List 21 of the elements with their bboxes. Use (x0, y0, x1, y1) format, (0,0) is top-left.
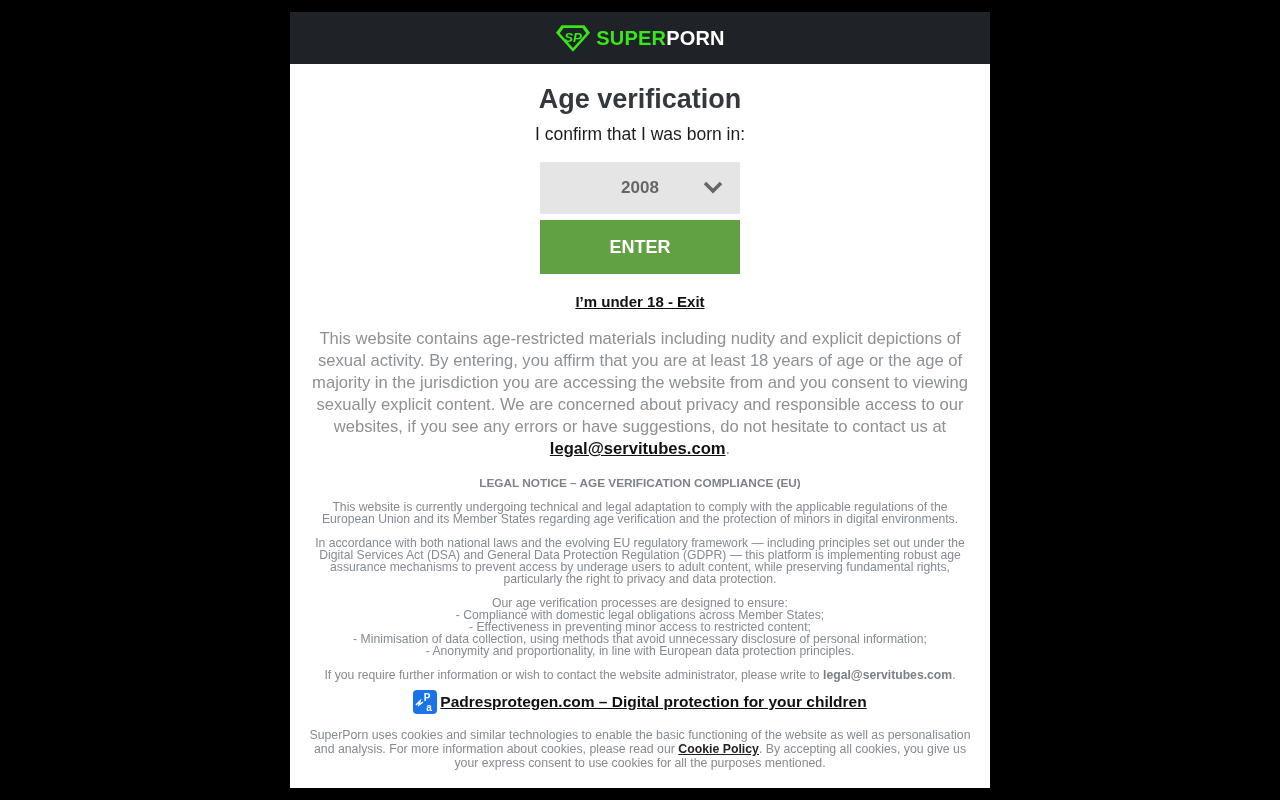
email-link[interactable]: legal@servitubes.com (549, 439, 726, 458)
cookie-notice: SuperPorn uses cookies and similar technologies to enable the basic functioning of the website as well as personalisation and analysis. For more information about cookies, please read our Cookie Policy. By accepting all cookies, you give us your express consent to use cookies for all the purposes mentioned. (308, 728, 972, 770)
disclaimer-text: This website contains age-restricted materials including nudity and explicit depictions of sexual activity. By entering, you affirm that you are at least 18 years of age or the age of majority in the jurisdiction you are accessing the website from and you consent to viewing sexually explicit content. We are concerned about privacy and responsible access to our websites, if you see any errors or have suggestions, do not hesitate to contact us at legal@servitubes.com. (311, 328, 969, 460)
brand-logo: Pa (413, 690, 438, 714)
list-item: - Compliance with domestic legal obligations across Member States; (455, 609, 825, 621)
legal-notice-heading: LEGAL NOTICE – AGE VERIFICATION COMPLIANCE (EU) (479, 476, 801, 490)
legal-notice-paragraph: In accordance with both national laws and the evolving EU regulatory framework — including principles set out under the Digital Services Act (DSA) and General Data Protection Regulation (GDPR) — this platform is implementing robust age assurance mechanisms to prevent access by underage users to adult content, while preserving fundamental rights, particularly the right to privacy and data protection. (314, 537, 966, 585)
legal-notice-paragraph: This website is currently undergoing technical and legal adaptation to comply with the applicable regulations of the European Union and its Member States regarding age verification and the protection of minors in digital environments. (320, 501, 960, 525)
cookie-policy-link[interactable]: Cookie Policy (678, 742, 759, 756)
list-intro: Our age verification processes are designed to ensure: (491, 597, 788, 609)
year-select[interactable]: 2008 (540, 162, 740, 214)
list-item: - Effectiveness in preventing minor access to restricted content; (469, 621, 811, 633)
list-item: - Minimisation of data collection, using methods that avoid unnecessary disclosure of personal information; (353, 633, 927, 645)
birth-year-prompt: I confirm that I was born in: (534, 123, 746, 146)
logo-mark: SP (555, 23, 592, 53)
list-item: - Anonymity and proportionality, in line with European data protection principles. (425, 645, 855, 657)
contact-text: If you require further information or wish to contact the website administrator, please write to legal@servitubes.com. (324, 669, 956, 681)
exit-link[interactable]: I’m under 18 - Exit (575, 292, 705, 312)
dialog-title: Age verification (538, 83, 742, 116)
chevron-down-icon (703, 181, 723, 194)
logo-wordmark: SUPERPORN (596, 26, 725, 50)
